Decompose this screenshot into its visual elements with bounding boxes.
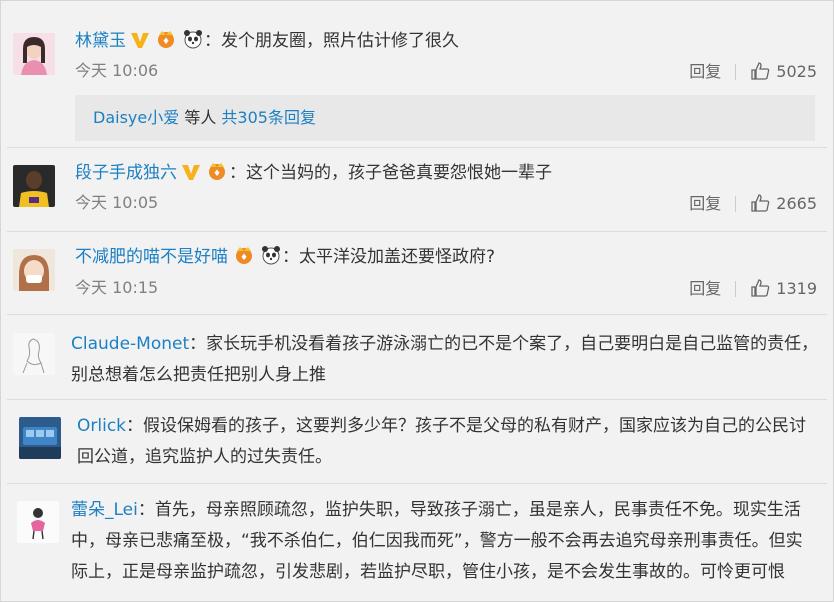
like-count: 2665 — [776, 194, 817, 213]
comment-text: ：首先，母亲照顾疏忽，监护失职，导致孩子溺亡，虽是亲人，民事责任不免。现实生活 — [137, 500, 801, 520]
username-link[interactable]: Claude-Monet — [71, 334, 189, 354]
reply-button[interactable]: 回复 — [689, 279, 721, 298]
panda-emoji-icon — [182, 29, 204, 55]
avatar[interactable] — [17, 501, 59, 543]
sub-reply-middle: 等人 — [179, 108, 222, 127]
sub-reply-count-link[interactable]: 共305条回复 — [221, 108, 316, 127]
like-thumb-icon[interactable] — [750, 193, 770, 218]
member-crown-icon: ♦ — [232, 245, 256, 271]
comment-panel: 林黛玉 ♦ ：发个朋友圈，照片估计修了很久 今天 10:06 回复 5025 Dais… — [0, 0, 834, 602]
comment-text: ：这个当妈的，孩子爸爸真要怨恨她一辈子 — [229, 163, 552, 183]
comment-text: ：家长玩手机没看着孩子游泳溺亡的已不是个案了，自己要明白是自己监管的责任， — [189, 334, 819, 354]
username-link[interactable]: 蕾朵_Lei — [71, 500, 138, 520]
separator — [7, 231, 827, 232]
like-thumb-icon[interactable] — [750, 278, 770, 303]
divider — [735, 64, 737, 80]
comment-line: 蕾朵_Lei：首先，母亲照顾疏忽，监护失职，导致孩子溺亡，虽是亲人，民事责任不免… — [71, 495, 825, 526]
comment-line: 林黛玉 ♦ ：发个朋友圈，照片估计修了很久 — [75, 29, 459, 55]
username-link[interactable]: 不减肥的喵不是好喵 — [75, 247, 228, 267]
avatar[interactable] — [13, 333, 55, 375]
sub-reply-user[interactable]: Daisye小爱 — [93, 108, 179, 127]
like-count: 1319 — [776, 279, 817, 298]
comment-text: 别总想着怎么把责任把别人身上推 — [71, 365, 326, 385]
member-crown-icon: ♦ — [154, 29, 178, 55]
separator — [7, 147, 827, 148]
comment-actions: 回复 2665 — [689, 193, 817, 218]
username-link[interactable]: Orlick — [77, 416, 126, 436]
member-crown-icon: ♦ — [205, 161, 229, 187]
reply-button[interactable]: 回复 — [689, 194, 721, 213]
comment-actions: 回复 5025 — [689, 61, 817, 86]
like-count: 5025 — [776, 62, 817, 81]
divider — [735, 281, 737, 297]
avatar[interactable] — [19, 417, 61, 459]
reply-button[interactable]: 回复 — [689, 62, 721, 81]
verified-v-icon — [181, 163, 201, 187]
comment-text: 中，母亲已悲痛至极，“我不杀伯仁，伯仁因我而死”，警方一般不会再去追究母亲刑事责… — [71, 531, 803, 551]
long-comment: 蕾朵_Lei：首先，母亲照顾疏忽，监护失职，导致孩子溺亡，虽是亲人，民事责任不免… — [71, 495, 825, 588]
timestamp: 今天 10:05 — [75, 193, 159, 212]
comment-line: Claude-Monet：家长玩手机没看着孩子游泳溺亡的已不是个案了，自己要明白… — [71, 329, 825, 360]
sub-reply-box: Daisye小爱 等人 共305条回复 — [75, 95, 815, 141]
comment-text: ：太平洋没加盖还要怪政府? — [282, 247, 496, 267]
separator — [7, 399, 827, 400]
comment-actions: 回复 1319 — [689, 278, 817, 303]
comment-text: 回公道，追究监护人的过失责任。 — [77, 447, 332, 467]
long-comment: Orlick：假设保姆看的孩子，这要判多少年？孩子不是父母的私有财产，国家应该为… — [77, 411, 825, 473]
separator — [7, 314, 827, 315]
svg-text:♦: ♦ — [213, 169, 221, 179]
comment-text: ：发个朋友圈，照片估计修了很久 — [204, 31, 459, 51]
username-link[interactable]: 段子手成独六 — [75, 163, 177, 183]
divider — [735, 196, 737, 212]
comment-text: ：假设保姆看的孩子，这要判多少年？孩子不是父母的私有财产，国家应该为自己的公民讨 — [126, 416, 807, 436]
long-comment: Claude-Monet：家长玩手机没看着孩子游泳溺亡的已不是个案了，自己要明白… — [71, 329, 825, 391]
like-thumb-icon[interactable] — [750, 61, 770, 86]
comment-line: 不减肥的喵不是好喵 ♦ ：太平洋没加盖还要怪政府? — [75, 245, 495, 271]
avatar[interactable] — [13, 33, 55, 75]
username-link[interactable]: 林黛玉 — [75, 31, 126, 51]
comment-line: 段子手成独六 ♦ ：这个当妈的，孩子爸爸真要怨恨她一辈子 — [75, 161, 552, 187]
comment-text: 际上，正是母亲监护疏忽，引发悲剧，若监护尽职，管住小孩，是不会发生事故的。可怜更… — [71, 562, 785, 582]
avatar[interactable] — [13, 249, 55, 291]
avatar[interactable] — [13, 165, 55, 207]
timestamp: 今天 10:15 — [75, 278, 159, 297]
verified-v-icon — [130, 31, 150, 55]
panda-emoji-icon — [260, 245, 282, 271]
separator — [7, 483, 827, 484]
svg-text:♦: ♦ — [162, 37, 170, 47]
svg-text:♦: ♦ — [240, 253, 248, 263]
comment-line: Orlick：假设保姆看的孩子，这要判多少年？孩子不是父母的私有财产，国家应该为… — [77, 411, 825, 442]
timestamp: 今天 10:06 — [75, 61, 159, 80]
